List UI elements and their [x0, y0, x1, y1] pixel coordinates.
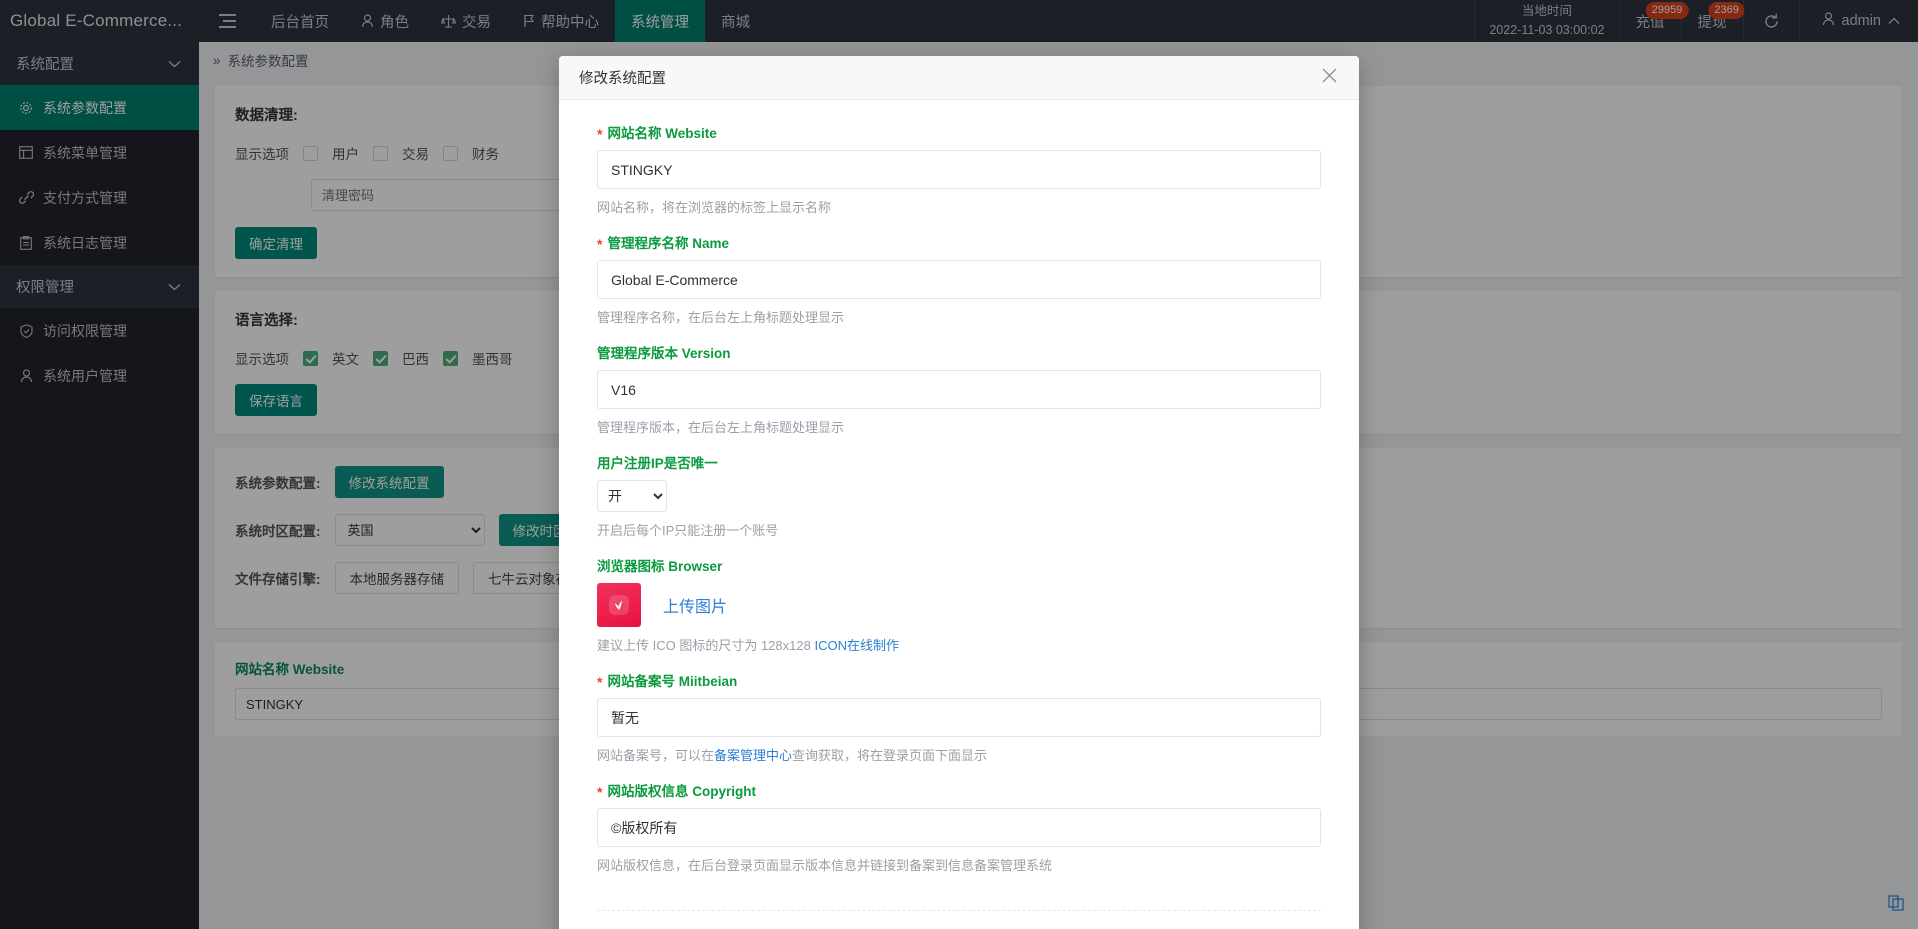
- field-miitbeian: * 网站备案号 Miitbeian 网站备案号，可以在备案管理中心查询获取，将在…: [597, 670, 1321, 764]
- field-copyright: * 网站版权信息 Copyright 网站版权信息，在后台登录页面显示版本信息并…: [597, 780, 1321, 874]
- field-website: * 网站名称 Website 网站名称，将在浏览器的标签上显示名称: [597, 122, 1321, 216]
- field-website-help: 网站名称，将在浏览器的标签上显示名称: [597, 200, 832, 215]
- copyright-input[interactable]: [597, 808, 1321, 847]
- field-copyright-help: 网站版权信息，在后台登录页面显示版本信息并链接到备案到信息备案管理系统: [597, 858, 1053, 873]
- field-version-label: 管理程序版本 Version: [597, 342, 1321, 362]
- field-miitbeian-help: 网站备案号，可以在备案管理中心查询获取，将在登录页面下面显示: [597, 745, 1321, 764]
- upload-row: 上传图片: [597, 583, 1321, 627]
- field-unique-ip-label: 用户注册IP是否唯一: [597, 452, 1321, 472]
- modal-header: 修改系统配置: [559, 56, 1359, 100]
- field-browser-icon-help: 建议上传 ICO 图标的尺寸为 128x128 ICON在线制作: [597, 635, 1321, 654]
- required-asterisk: *: [597, 236, 603, 252]
- modal-footer: 保存配置 取消修改: [597, 910, 1321, 929]
- edit-system-config-modal: 修改系统配置 * 网站名称 Website 网站名称，将在浏览器的标签上显示名称: [559, 56, 1359, 929]
- upload-image-link[interactable]: 上传图片: [663, 593, 727, 617]
- field-browser-icon: 浏览器图标 Browser 上传图片 建议上传 ICO 图标的尺寸为 128x1…: [597, 555, 1321, 654]
- close-icon[interactable]: [1318, 66, 1341, 89]
- website-input[interactable]: [597, 150, 1321, 189]
- field-admin-name-help: 管理程序名称，在后台左上角标题处理显示: [597, 310, 845, 325]
- required-asterisk: *: [597, 126, 603, 142]
- field-browser-icon-label: 浏览器图标 Browser: [597, 555, 1321, 575]
- miitbeian-input[interactable]: [597, 698, 1321, 737]
- admin-name-input[interactable]: [597, 260, 1321, 299]
- icon-maker-link[interactable]: ICON在线制作: [814, 638, 899, 653]
- field-label-text: 用户注册IP是否唯一: [597, 456, 718, 471]
- app-favicon-icon: [597, 583, 641, 627]
- help-suffix: 查询获取，将在登录页面下面显示: [792, 748, 988, 763]
- app-root: Global E-Commerce... 后台首页 角色 交易 帮助中心 系统管…: [0, 0, 1918, 929]
- field-copyright-label: * 网站版权信息 Copyright: [597, 780, 1321, 800]
- field-label-text: 浏览器图标 Browser: [597, 559, 723, 574]
- field-website-label: * 网站名称 Website: [597, 122, 1321, 142]
- field-unique-ip: 用户注册IP是否唯一 开 开启后每个IP只能注册一个账号: [597, 452, 1321, 539]
- record-center-link[interactable]: 备案管理中心: [714, 748, 792, 763]
- field-unique-ip-help: 开启后每个IP只能注册一个账号: [597, 523, 779, 538]
- modal-body: * 网站名称 Website 网站名称，将在浏览器的标签上显示名称 * 管理程序…: [559, 100, 1359, 896]
- unique-ip-select[interactable]: 开: [597, 480, 667, 512]
- version-input[interactable]: [597, 370, 1321, 409]
- field-version: 管理程序版本 Version 管理程序版本，在后台左上角标题处理显示: [597, 342, 1321, 436]
- field-label-text: 管理程序名称 Name: [607, 236, 729, 251]
- required-asterisk: *: [597, 674, 603, 690]
- field-admin-name: * 管理程序名称 Name 管理程序名称，在后台左上角标题处理显示: [597, 232, 1321, 326]
- field-label-text: 网站名称 Website: [607, 126, 717, 141]
- field-miitbeian-label: * 网站备案号 Miitbeian: [597, 670, 1321, 690]
- help-prefix: 建议上传 ICO 图标的尺寸为 128x128: [597, 638, 815, 653]
- field-label-text: 网站备案号 Miitbeian: [607, 674, 738, 689]
- field-version-help: 管理程序版本，在后台左上角标题处理显示: [597, 420, 845, 435]
- help-prefix: 网站备案号，可以在: [597, 748, 715, 763]
- field-label-text: 网站版权信息 Copyright: [607, 784, 756, 799]
- field-admin-name-label: * 管理程序名称 Name: [597, 232, 1321, 252]
- required-asterisk: *: [597, 784, 603, 800]
- field-label-text: 管理程序版本 Version: [597, 346, 731, 361]
- modal-title: 修改系统配置: [579, 71, 666, 87]
